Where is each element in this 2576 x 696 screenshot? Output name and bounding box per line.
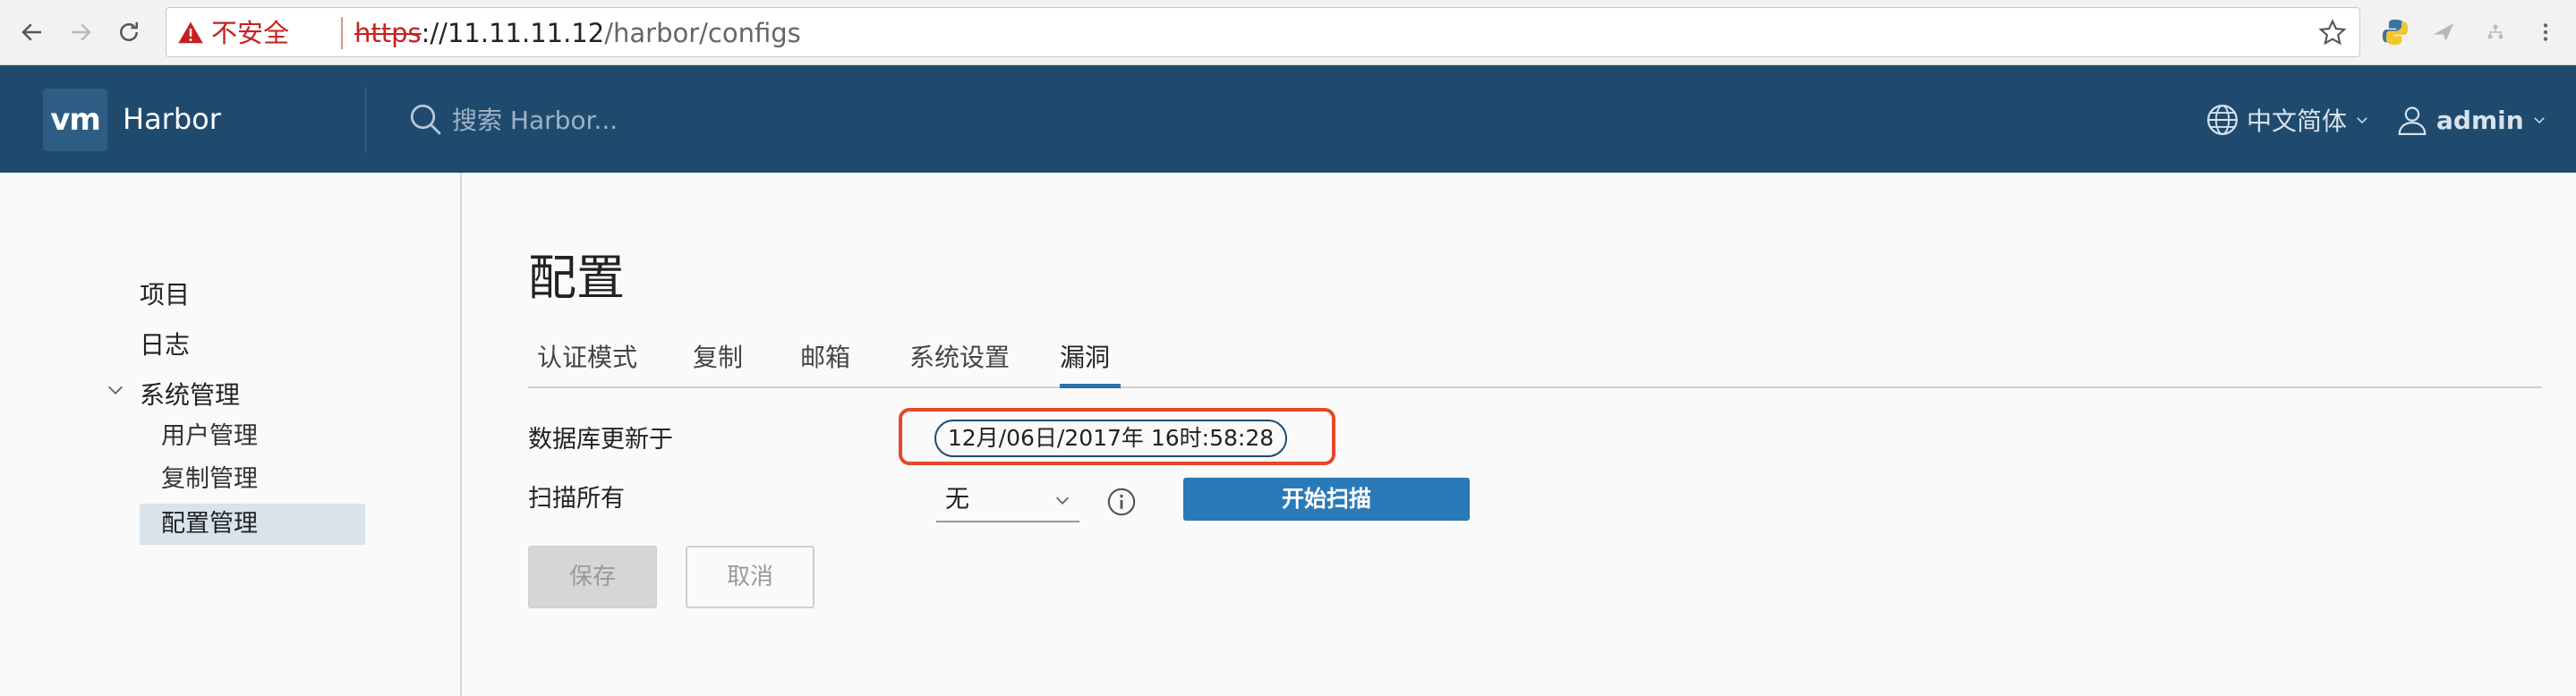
- sidebar-item-users[interactable]: 用户管理: [161, 419, 258, 454]
- search-icon: [410, 104, 441, 135]
- tab-replication[interactable]: 复制: [693, 338, 743, 388]
- chevron-down-icon[interactable]: [106, 380, 125, 400]
- chevron-down-icon: [2533, 117, 2545, 124]
- forward-button[interactable]: [61, 13, 100, 52]
- url-text: https://11.11.11.12/harbor/configs: [354, 17, 801, 49]
- page-title: 配置: [528, 250, 625, 306]
- db-updated-label: 数据库更新于: [528, 426, 673, 454]
- info-icon[interactable]: [1106, 487, 1137, 517]
- sidebar-item-admin[interactable]: 系统管理: [140, 378, 240, 413]
- tab-email[interactable]: 邮箱: [800, 338, 850, 388]
- reload-button[interactable]: [109, 13, 149, 52]
- tab-vulnerability[interactable]: 漏洞: [1060, 338, 1121, 388]
- app-title[interactable]: Harbor: [123, 98, 221, 140]
- tab-system-settings[interactable]: 系统设置: [909, 338, 1010, 388]
- url-divider: [341, 17, 343, 49]
- language-label: 中文简体: [2247, 106, 2348, 136]
- cancel-button[interactable]: 取消: [686, 546, 815, 608]
- chevron-down-icon: [2357, 117, 2367, 124]
- reload-icon: [120, 21, 138, 41]
- header-divider: [365, 87, 366, 153]
- menu-icon[interactable]: [2529, 16, 2562, 48]
- python-extension-icon[interactable]: [2379, 16, 2411, 48]
- sidebar: 项目 日志 系统管理 用户管理 复制管理 配置管理: [0, 173, 462, 696]
- warning-icon: [178, 21, 203, 44]
- bird-extension-icon[interactable]: [2427, 16, 2460, 48]
- db-updated-value: 12月/06日/2017年 16时:58:28: [934, 420, 1287, 457]
- scan-all-label: 扫描所有: [528, 485, 625, 513]
- username: admin: [2436, 105, 2524, 135]
- sidebar-item-configuration[interactable]: 配置管理: [161, 506, 258, 542]
- back-button[interactable]: [13, 13, 52, 52]
- sidebar-item-logs[interactable]: 日志: [140, 327, 190, 363]
- language-selector[interactable]: 中文简体: [2205, 98, 2370, 142]
- network-extension-icon[interactable]: [2479, 16, 2512, 48]
- app-header: vm Harbor 搜索 Harbor... 中文简体 admin: [0, 65, 2576, 173]
- sidebar-item-projects[interactable]: 项目: [140, 277, 190, 313]
- address-bar[interactable]: 不安全 https://11.11.11.12/harbor/configs: [166, 7, 2360, 57]
- arrow-left-icon: [21, 23, 41, 41]
- url-host: ://11.11.11.12: [421, 18, 605, 48]
- config-tabs: 认证模式 复制 邮箱 系统设置 漏洞: [528, 338, 2542, 388]
- global-search[interactable]: 搜索 Harbor...: [407, 101, 855, 139]
- save-button[interactable]: 保存: [528, 546, 657, 608]
- search-input[interactable]: 搜索 Harbor...: [452, 103, 618, 139]
- tab-auth-mode[interactable]: 认证模式: [537, 338, 637, 388]
- vmware-logo[interactable]: vm: [43, 89, 107, 151]
- arrow-right-icon: [72, 23, 91, 41]
- user-menu[interactable]: admin: [2395, 98, 2547, 142]
- bookmark-star-icon[interactable]: [2318, 19, 2347, 47]
- user-icon: [2398, 106, 2427, 135]
- globe-icon: [2207, 105, 2238, 135]
- scan-schedule-select[interactable]: 无: [936, 480, 1079, 522]
- url-path: /harbor/configs: [604, 18, 801, 48]
- chevron-down-icon: [1055, 497, 1070, 505]
- start-scan-button[interactable]: 开始扫描: [1183, 478, 1470, 521]
- scan-schedule-value: 无: [945, 486, 969, 514]
- sidebar-item-replication[interactable]: 复制管理: [161, 462, 258, 497]
- url-scheme: https: [354, 18, 422, 48]
- insecure-label: 不安全: [211, 18, 290, 48]
- browser-toolbar: 不安全 https://11.11.11.12/harbor/configs: [0, 0, 2576, 65]
